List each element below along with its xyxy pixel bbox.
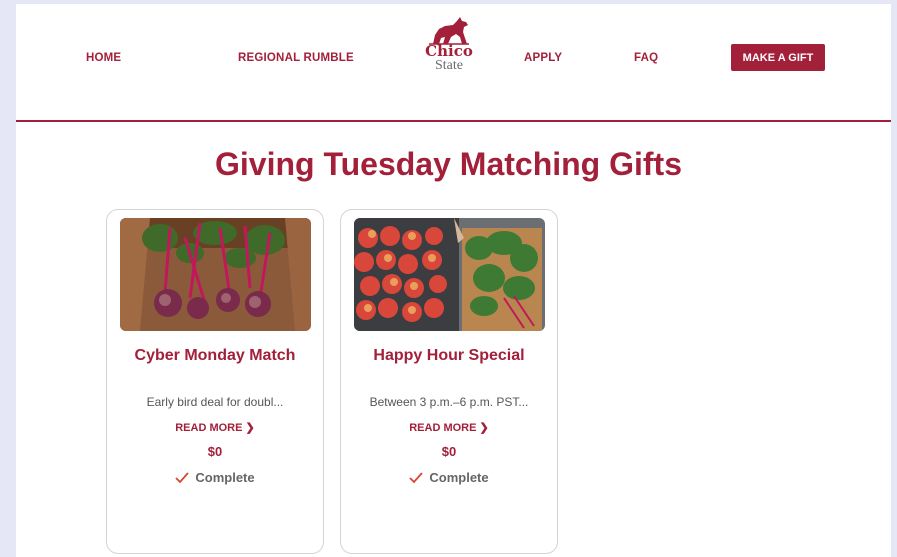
read-more-label: READ MORE: [175, 422, 243, 434]
status-label: Complete: [429, 470, 489, 485]
page: HOME REGIONAL RUMBLE Chico State APPLY F…: [16, 4, 891, 557]
nav-regional-rumble-link[interactable]: REGIONAL RUMBLE: [238, 52, 354, 64]
card-amount: $0: [207, 444, 223, 459]
read-more-link[interactable]: READ MORE ❯: [107, 421, 323, 434]
card-title: Happy Hour Special: [373, 347, 525, 364]
card-amount: $0: [441, 444, 457, 459]
apples-and-greens-photo: [354, 218, 545, 331]
beets-in-box-photo: [120, 218, 311, 331]
card-title: Cyber Monday Match: [134, 347, 296, 364]
nav-faq-link[interactable]: FAQ: [634, 52, 658, 64]
status-complete: Complete: [107, 470, 323, 485]
card-description: Early bird deal for doubl...: [146, 395, 284, 409]
read-more-label: READ MORE: [409, 422, 477, 434]
top-navigation: HOME REGIONAL RUMBLE Chico State APPLY F…: [16, 4, 891, 122]
read-more-link[interactable]: READ MORE ❯: [341, 421, 557, 434]
chico-state-logo[interactable]: Chico State: [424, 16, 474, 82]
logo-text-chico: Chico: [425, 42, 473, 60]
check-icon: [409, 472, 424, 484]
status-complete: Complete: [341, 470, 557, 485]
page-title: Giving Tuesday Matching Gifts: [214, 146, 682, 182]
check-icon: [175, 472, 190, 484]
campaign-card[interactable]: Cyber Monday Match Early bird deal for d…: [106, 209, 324, 554]
chevron-right-icon: ❯: [245, 422, 255, 434]
nav-apply-link[interactable]: APPLY: [524, 52, 562, 64]
make-a-gift-button[interactable]: MAKE A GIFT: [731, 44, 825, 71]
logo-text-state: State: [435, 58, 463, 73]
card-description: Between 3 p.m.–6 p.m. PST...: [369, 395, 529, 409]
status-label: Complete: [195, 470, 255, 485]
nav-home-link[interactable]: HOME: [86, 52, 121, 64]
chevron-right-icon: ❯: [479, 422, 489, 434]
campaign-card[interactable]: Happy Hour Special Between 3 p.m.–6 p.m.…: [340, 209, 558, 554]
